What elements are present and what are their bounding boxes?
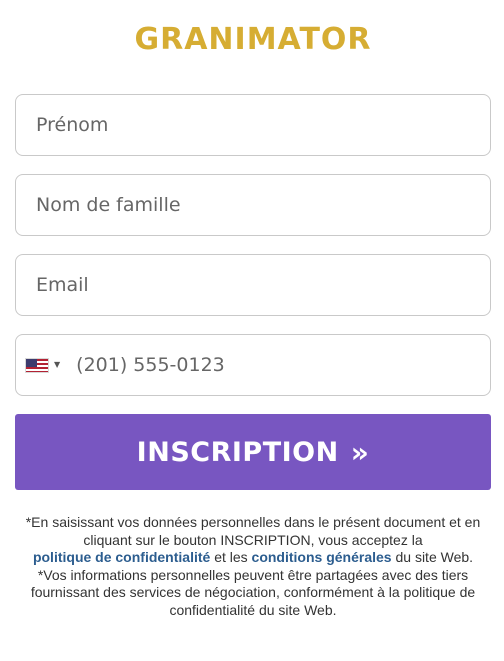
signup-form: ▼ INSCRIPTION » bbox=[15, 94, 491, 490]
last-name-input[interactable] bbox=[34, 193, 472, 217]
phone-field-wrapper: ▼ bbox=[15, 334, 491, 396]
inscription-button[interactable]: INSCRIPTION » bbox=[15, 414, 491, 490]
terms-conditions-link[interactable]: conditions générales bbox=[252, 549, 392, 565]
brand-logo-text: GRANIMATOR bbox=[134, 22, 372, 57]
double-chevron-right-icon: » bbox=[350, 435, 370, 469]
us-flag-icon bbox=[25, 357, 49, 373]
caret-down-icon: ▼ bbox=[54, 360, 61, 369]
inscription-button-label: INSCRIPTION bbox=[136, 436, 339, 468]
consent-text-middle: et les bbox=[214, 549, 248, 565]
consent-text-start: *En saisissant vos données personnelles … bbox=[25, 514, 481, 548]
phone-input[interactable] bbox=[74, 353, 472, 377]
privacy-policy-link[interactable]: politique de confidentialité bbox=[33, 549, 210, 565]
email-field-wrapper bbox=[15, 254, 491, 316]
signup-page: GRANIMATOR ▼ INSCRIPTION » *En saisissan… bbox=[0, 0, 504, 661]
legal-disclaimer: *En saisissant vos données personnelles … bbox=[15, 514, 491, 619]
email-input[interactable] bbox=[34, 273, 472, 297]
data-sharing-paragraph: *Vos informations personnelles peuvent ê… bbox=[30, 566, 476, 618]
consent-paragraph: *En saisissant vos données personnelles … bbox=[25, 514, 481, 567]
last-name-field-wrapper bbox=[15, 174, 491, 236]
consent-text-end: du site Web. bbox=[395, 549, 474, 565]
country-code-selector[interactable]: ▼ bbox=[25, 357, 61, 373]
first-name-input[interactable] bbox=[34, 113, 472, 137]
first-name-field-wrapper bbox=[15, 94, 491, 156]
